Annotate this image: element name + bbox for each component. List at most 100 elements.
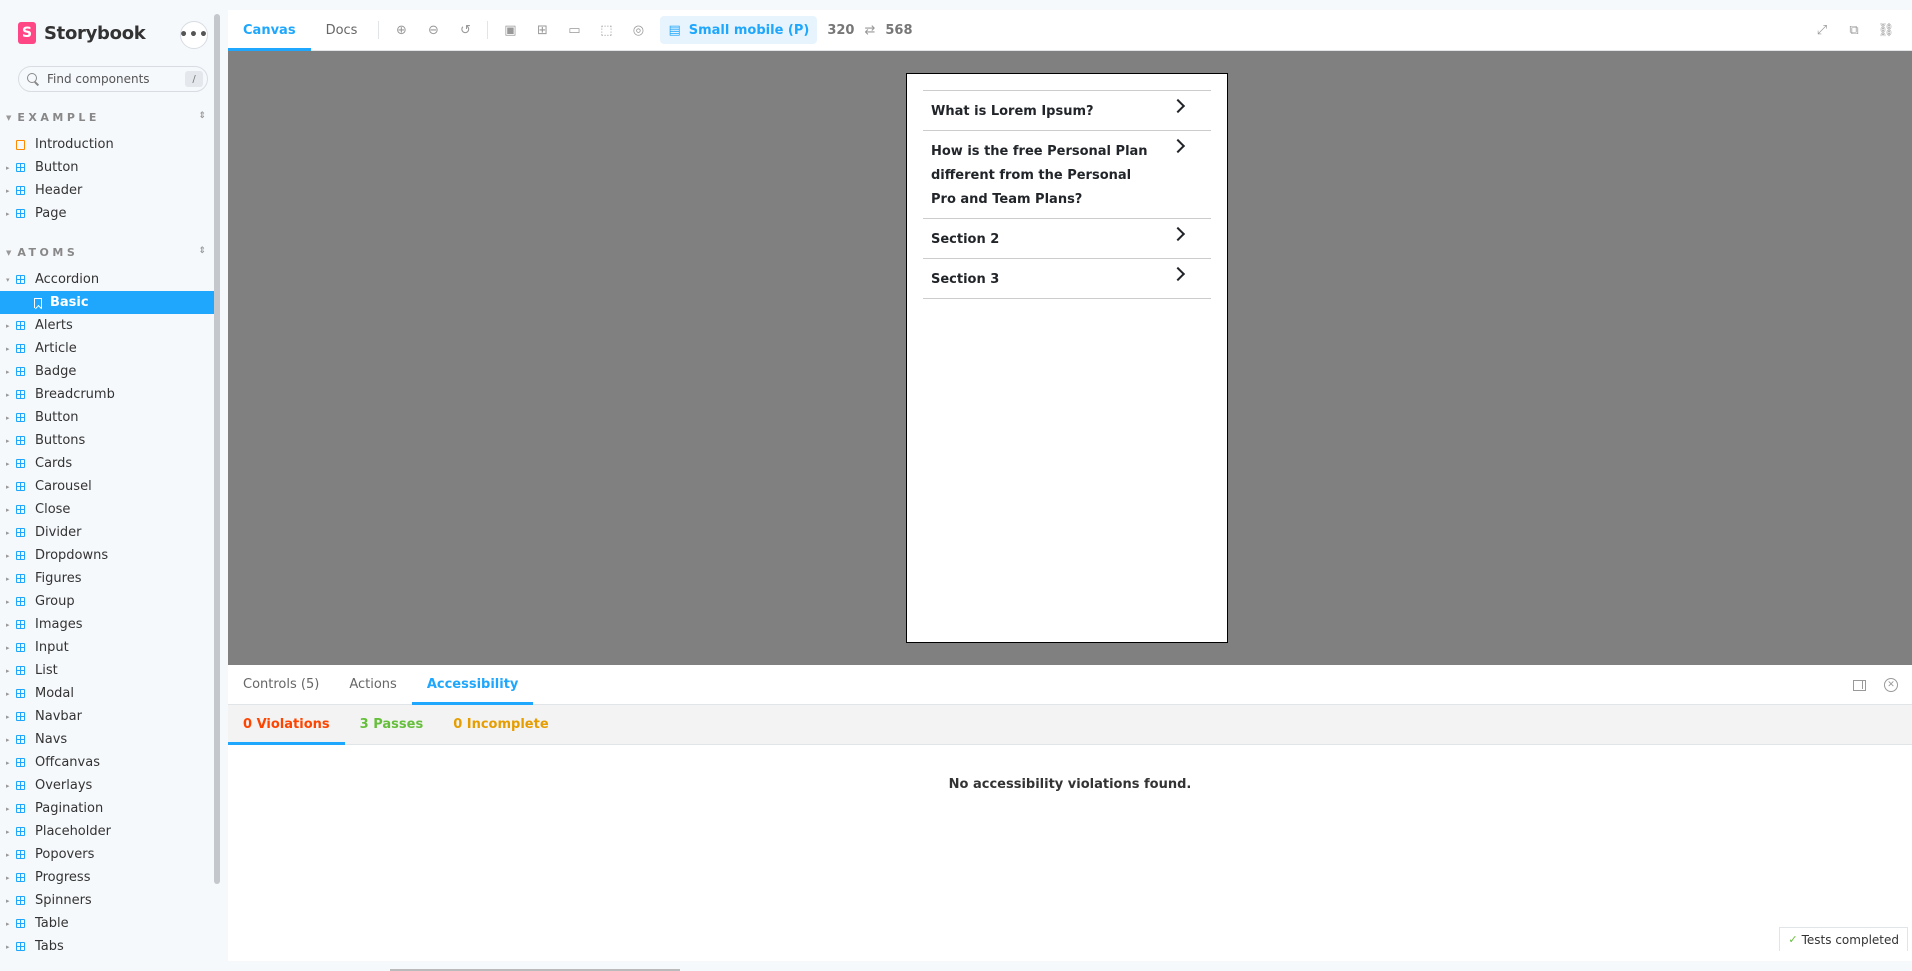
sidebar-item[interactable]: ▸ Spinners	[0, 889, 216, 912]
chevron-right-icon: ▸	[6, 781, 10, 790]
expand-all-icon[interactable]: ⇕	[198, 111, 206, 121]
sidebar-item[interactable]: ▾ Accordion	[0, 268, 216, 291]
sidebar-scrollbar[interactable]	[214, 14, 220, 884]
sidebar-item-label: Basic	[50, 295, 89, 310]
viewport-height: 568	[885, 22, 913, 38]
sidebar-item[interactable]: ▸ Badge	[0, 360, 216, 383]
accordion-item[interactable]: What is Lorem Ipsum?	[923, 90, 1211, 130]
accessibility-icon[interactable]: ◎	[622, 15, 654, 45]
component-icon	[16, 551, 25, 560]
component-icon	[16, 620, 25, 629]
sidebar-item-label: Divider	[35, 525, 82, 540]
chevron-right-icon	[1170, 266, 1186, 282]
tab-docs[interactable]: Docs	[311, 10, 373, 51]
sidebar-item[interactable]: ▸ Offcanvas	[0, 751, 216, 774]
check-icon: ✓	[1788, 933, 1798, 946]
fullscreen-icon[interactable]: ⤢	[1806, 16, 1838, 46]
chevron-right-icon: ▸	[6, 643, 10, 652]
tab-passes[interactable]: 3 Passes	[345, 705, 439, 745]
component-icon	[16, 597, 25, 606]
zoom-reset-icon[interactable]: ↺	[449, 15, 481, 45]
copy-link-icon[interactable]: ⛓	[1870, 16, 1902, 46]
sidebar-item[interactable]: ▸ Navs	[0, 728, 216, 751]
component-icon	[16, 827, 25, 836]
accordion-item[interactable]: Section 3	[923, 258, 1211, 298]
sidebar-item[interactable]: ▸ Placeholder	[0, 820, 216, 843]
sidebar-item[interactable]: ▸ Tabs	[0, 935, 216, 958]
sidebar-group-header[interactable]: ▼ ATOMS ⇕	[6, 246, 206, 259]
sidebar-item[interactable]: ▸ Images	[0, 613, 216, 636]
sidebar-item[interactable]: ▸ List	[0, 659, 216, 682]
component-icon	[16, 209, 25, 218]
sidebar-story-item[interactable]: Basic	[0, 291, 216, 314]
accordion-item[interactable]: Section 2	[923, 218, 1211, 258]
tab-canvas[interactable]: Canvas	[228, 10, 311, 51]
sidebar-group-label: ATOMS	[17, 246, 79, 259]
background-icon[interactable]: ▣	[494, 15, 526, 45]
sidebar-item[interactable]: ▸ Progress	[0, 866, 216, 889]
chevron-right-icon: ▸	[6, 597, 10, 606]
mobile-device-icon: ▤	[668, 22, 681, 38]
chevron-right-icon: ▸	[6, 850, 10, 859]
sidebar-item[interactable]: ▸ Divider	[0, 521, 216, 544]
chevron-right-icon	[1170, 226, 1186, 242]
sidebar-item[interactable]: ▸ Button	[0, 156, 216, 179]
sidebar-item[interactable]: ▸ Carousel	[0, 475, 216, 498]
viewport-selector[interactable]: ▤ Small mobile (P)	[660, 16, 818, 44]
brand[interactable]: S Storybook	[18, 22, 146, 44]
sidebar-item[interactable]: ▸ Header	[0, 179, 216, 202]
chevron-right-icon: ▸	[6, 413, 10, 422]
bookmark-icon	[34, 297, 42, 308]
sidebar-item[interactable]: ▸ Buttons	[0, 429, 216, 452]
sidebar-item-label: Close	[35, 502, 71, 517]
tab-incomplete[interactable]: 0 Incomplete	[438, 705, 563, 745]
tab-actions[interactable]: Actions	[334, 665, 412, 705]
tab-violations[interactable]: 0 Violations	[228, 705, 345, 745]
grid-icon[interactable]: ⊞	[526, 15, 558, 45]
outline-icon[interactable]: ⬚	[590, 15, 622, 45]
sidebar-item-label: Group	[35, 594, 75, 609]
accordion-item[interactable]: How is the free Personal Plan different …	[923, 130, 1211, 218]
accordion-item-title: Section 2	[931, 232, 1000, 247]
sidebar-item-label: Modal	[35, 686, 74, 701]
sidebar-item[interactable]: ▸ Page	[0, 202, 216, 225]
sidebar-item[interactable]: ▸ Close	[0, 498, 216, 521]
panel-orientation-icon[interactable]	[1853, 679, 1866, 691]
sidebar-item[interactable]: ▸ Alerts	[0, 314, 216, 337]
sidebar-item[interactable]: ▸ Group	[0, 590, 216, 613]
tab-accessibility[interactable]: Accessibility	[411, 665, 534, 705]
sidebar-item[interactable]: ▸ Input	[0, 636, 216, 659]
component-icon	[16, 804, 25, 813]
sidebar-item[interactable]: ▸ Cards	[0, 452, 216, 475]
sidebar-item[interactable]: ▸ Figures	[0, 567, 216, 590]
accordion-item-title: What is Lorem Ipsum?	[931, 104, 1094, 119]
chevron-right-icon: ▸	[6, 620, 10, 629]
sidebar-item[interactable]: ▸ Table	[0, 912, 216, 935]
tab-controls[interactable]: Controls (5)	[228, 665, 334, 705]
chevron-right-icon: ▸	[6, 942, 10, 951]
sidebar-item[interactable]: ▸ Breadcrumb	[0, 383, 216, 406]
component-icon	[16, 321, 25, 330]
sidebar-item[interactable]: ▸ Article	[0, 337, 216, 360]
sidebar-group-header[interactable]: ▼ EXAMPLE ⇕	[6, 111, 206, 124]
close-panel-icon[interactable]: ✕	[1884, 678, 1898, 692]
sidebar-item[interactable]: ▸ Popovers	[0, 843, 216, 866]
sidebar-item[interactable]: ▸ Button	[0, 406, 216, 429]
search-input[interactable]: Find components /	[18, 66, 208, 92]
zoom-out-icon[interactable]: ⊖	[417, 15, 449, 45]
sidebar-item[interactable]: Introduction	[0, 133, 216, 156]
sidebar-menu-button[interactable]: •••	[179, 21, 208, 49]
sidebar-item-label: Table	[35, 916, 69, 931]
expand-all-icon[interactable]: ⇕	[198, 246, 206, 256]
sidebar-item-label: Overlays	[35, 778, 93, 793]
zoom-in-icon[interactable]: ⊕	[385, 15, 417, 45]
open-new-tab-icon[interactable]: ⧉	[1838, 16, 1870, 46]
rotate-viewport-icon[interactable]: ⇄	[864, 23, 875, 38]
sidebar-item[interactable]: ▸ Modal	[0, 682, 216, 705]
measure-icon[interactable]: ▭	[558, 15, 590, 45]
component-icon	[16, 643, 25, 652]
sidebar-item[interactable]: ▸ Dropdowns	[0, 544, 216, 567]
sidebar-item[interactable]: ▸ Navbar	[0, 705, 216, 728]
sidebar-item[interactable]: ▸ Pagination	[0, 797, 216, 820]
sidebar-item[interactable]: ▸ Overlays	[0, 774, 216, 797]
